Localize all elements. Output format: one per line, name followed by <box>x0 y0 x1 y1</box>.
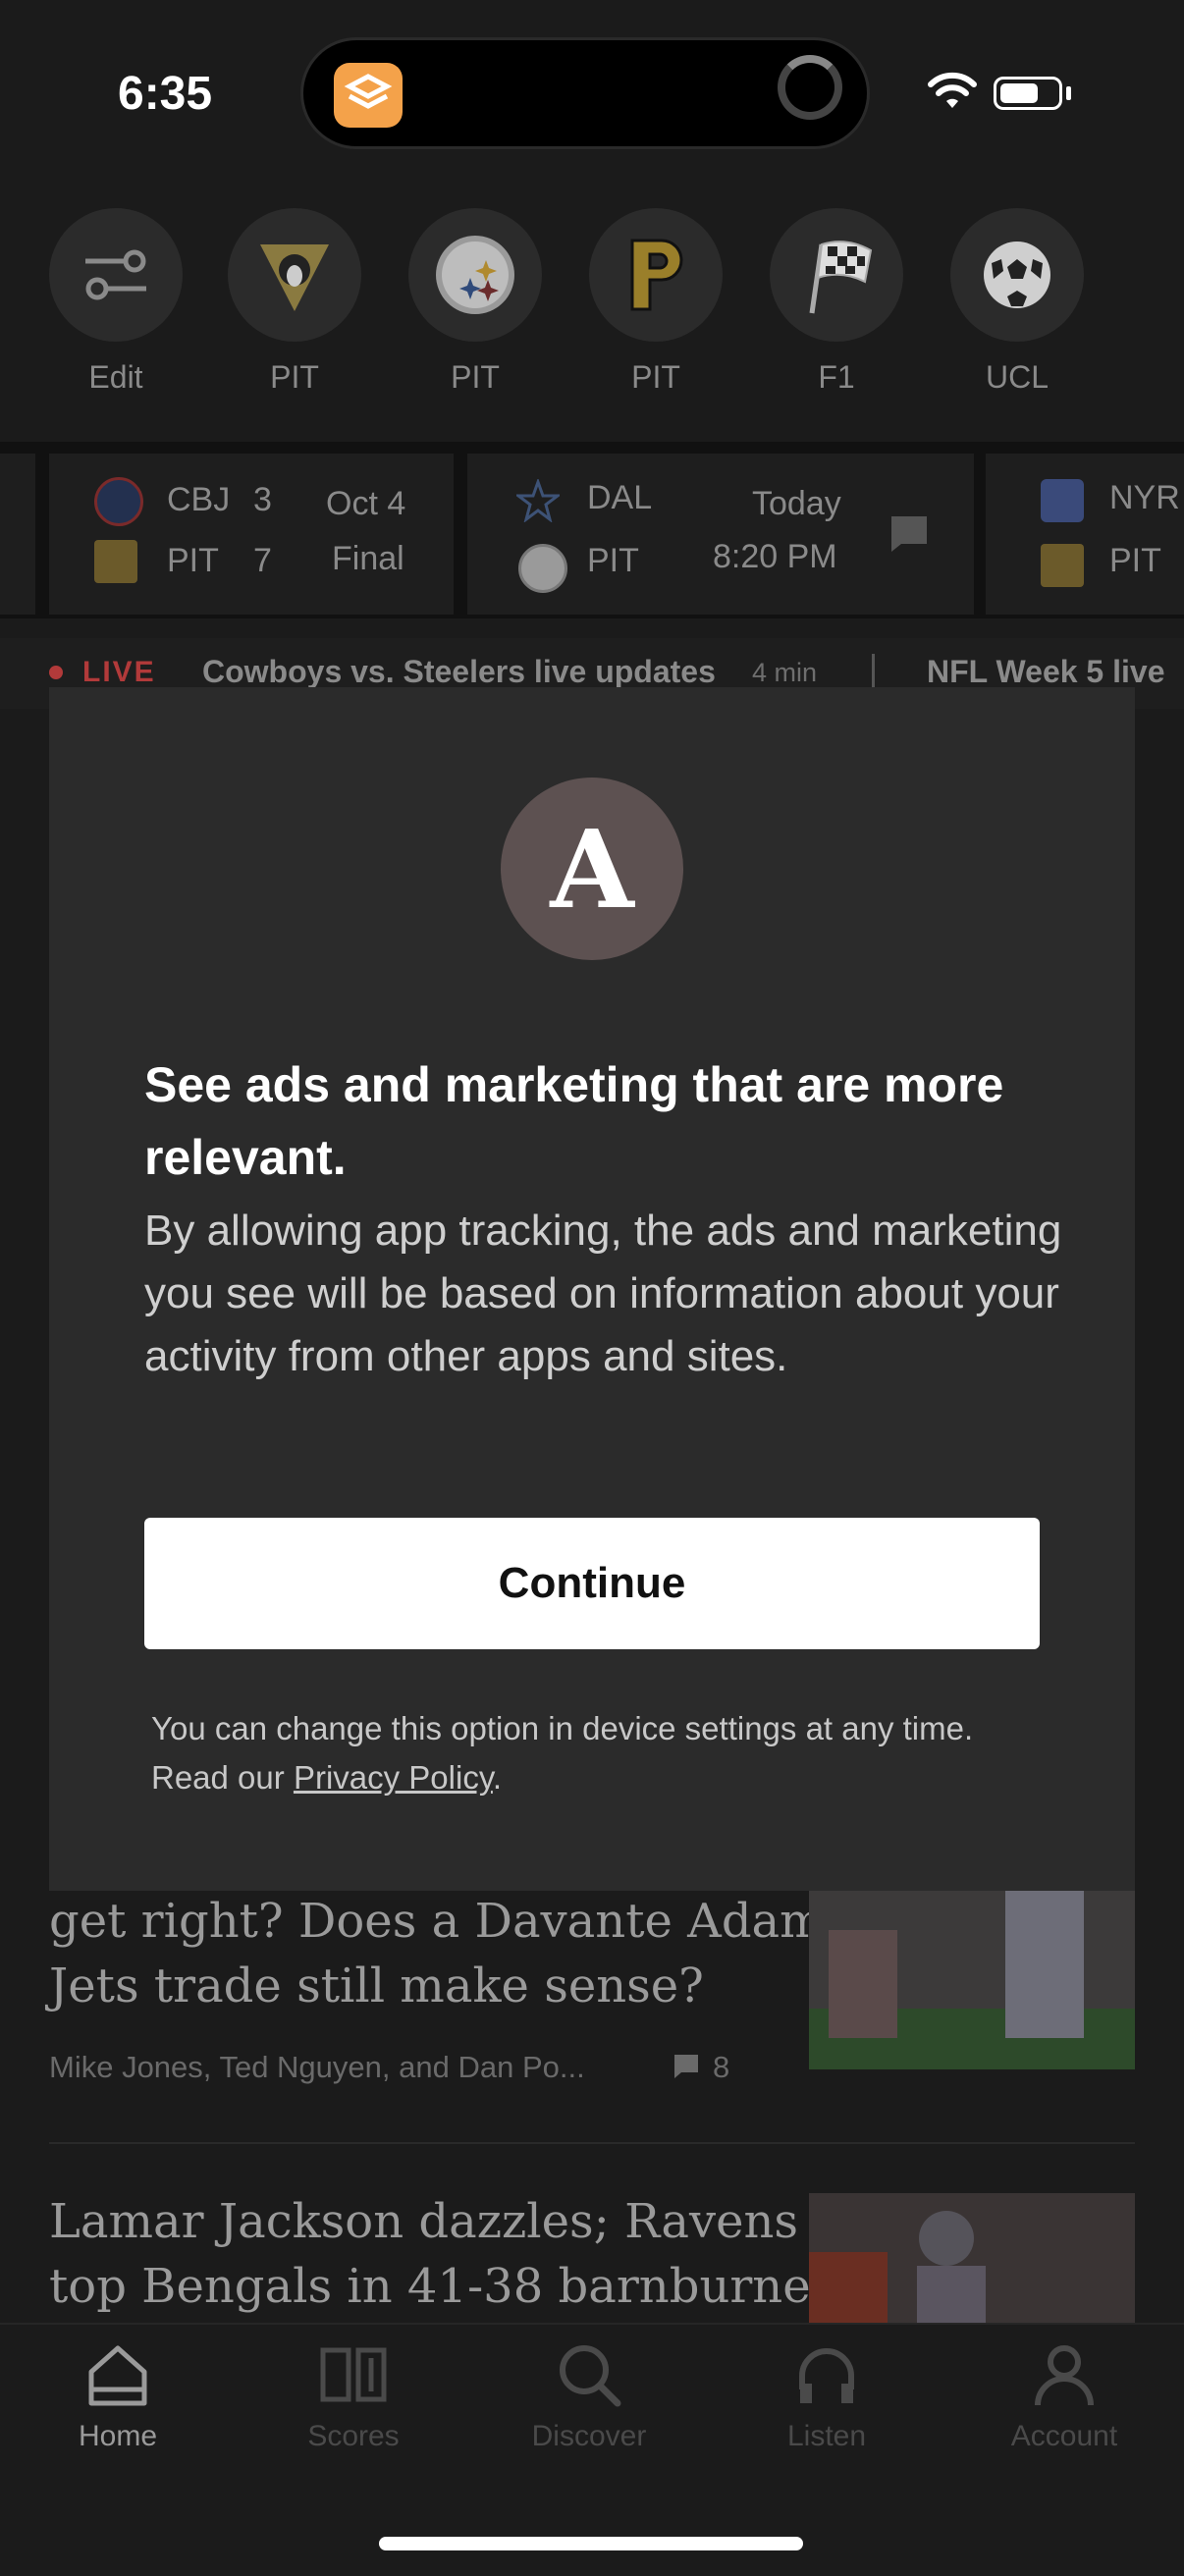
checkered-flag-icon <box>770 208 903 342</box>
battery-icon <box>994 77 1062 110</box>
tab-account[interactable]: Account <box>946 2340 1182 2453</box>
headline-line: get right? Does a Davante Adams- <box>49 1894 865 1949</box>
live-headline[interactable]: Cowboys vs. Steelers live updates <box>202 654 716 690</box>
headline-line: Jets trade still make sense? <box>49 1959 704 2013</box>
comment-count: 8 <box>713 2050 730 2084</box>
team-name: PIT <box>1109 542 1161 579</box>
magnifier-icon <box>471 2340 707 2414</box>
team-name: CBJ <box>167 481 231 518</box>
cowboys-logo-icon <box>513 477 563 523</box>
shortcut-edit[interactable]: Edit <box>49 208 183 396</box>
privacy-policy-link[interactable]: Privacy Policy <box>294 1759 493 1796</box>
athletic-logo-icon: A <box>501 778 683 960</box>
person-icon <box>946 2340 1182 2414</box>
game-status: 8:20 PM <box>713 538 837 575</box>
shortcut-steelers[interactable]: PIT <box>408 208 542 396</box>
score-card[interactable]: DAL PIT Today 8:20 PM <box>467 454 974 615</box>
home-icon <box>0 2340 236 2414</box>
shortcut-ucl[interactable]: UCL <box>950 208 1084 396</box>
tab-discover[interactable]: Discover <box>471 2340 707 2453</box>
logo-letter: A <box>550 805 634 933</box>
activity-spinner-icon <box>778 55 842 120</box>
sliders-icon <box>49 208 183 342</box>
tab-label: Listen <box>786 2420 867 2452</box>
modal-title: See ads and marketing that are more rele… <box>144 1057 1004 1185</box>
penguins-logo-icon <box>228 208 361 342</box>
team-name: DAL <box>587 479 653 516</box>
score-card-partial[interactable] <box>0 454 35 615</box>
shortcut-pirates[interactable]: PIT <box>589 208 723 396</box>
comment-icon <box>673 2054 699 2084</box>
soccer-ball-icon <box>950 208 1084 342</box>
footnote-line: You can change this option in device set… <box>151 1710 974 1746</box>
tab-listen[interactable]: Listen <box>709 2340 944 2453</box>
tab-label: Discover <box>531 2420 647 2452</box>
continue-button[interactable]: Continue <box>144 1518 1040 1649</box>
team-score: 7 <box>253 542 272 579</box>
penguins-logo-icon <box>94 540 137 583</box>
home-indicator[interactable] <box>379 2537 803 2550</box>
article-byline: Mike Jones, Ted Nguyen, and Dan Po... <box>49 2050 585 2084</box>
shortcut-penguins[interactable]: PIT <box>228 208 361 396</box>
game-date: Oct 4 <box>326 485 406 522</box>
team-name: PIT <box>587 542 639 579</box>
footnote-text: Read our <box>151 1759 294 1796</box>
live-dot-icon <box>49 666 63 679</box>
team-name: NYR <box>1109 479 1180 516</box>
team-score: 3 <box>253 481 272 518</box>
steelers-logo-icon <box>518 544 567 593</box>
modal-body: By allowing app tracking, the ads and ma… <box>144 1207 1062 1380</box>
footnote-line: Read our Privacy Policy. <box>151 1753 1054 1802</box>
article-image[interactable] <box>809 2193 1135 2331</box>
article-image[interactable] <box>809 1891 1135 2069</box>
scores-icon <box>236 2340 471 2414</box>
wifi-icon <box>927 71 978 115</box>
shortcut-f1[interactable]: F1 <box>770 208 903 396</box>
shortcut-label: F1 <box>818 359 855 395</box>
game-status: Final <box>332 540 404 577</box>
pirates-logo-icon <box>589 208 723 342</box>
live-label: LIVE <box>82 656 156 688</box>
shortcut-label: UCL <box>985 359 1049 395</box>
headline-line: top Bengals in 41-38 barnburner <box>49 2259 834 2314</box>
article-divider <box>49 2142 1135 2144</box>
footnote-text: . <box>492 1759 503 1796</box>
steelers-logo-icon <box>408 208 542 342</box>
ticker-divider <box>872 654 875 689</box>
shortcut-label: PIT <box>631 359 680 395</box>
score-card[interactable]: CBJ 3 PIT 7 Oct 4 Final <box>49 454 454 615</box>
penguins-logo-icon <box>1041 544 1084 587</box>
live-headline[interactable]: NFL Week 5 live <box>927 654 1164 690</box>
tab-label: Home <box>78 2420 158 2452</box>
blue-jackets-logo-icon <box>94 477 143 526</box>
team-name: PIT <box>167 542 219 579</box>
headline-line: Lamar Jackson dazzles; Ravens <box>49 2194 799 2249</box>
shortcut-label: PIT <box>451 359 500 395</box>
tab-scores[interactable]: Scores <box>236 2340 471 2453</box>
battery-tip <box>1066 86 1071 100</box>
article-headline[interactable]: Lamar Jackson dazzles; Ravens top Bengal… <box>49 2189 834 2319</box>
shortcut-label: Edit <box>88 359 143 395</box>
tab-home[interactable]: Home <box>0 2340 236 2453</box>
tab-label: Account <box>1010 2420 1118 2452</box>
shortcut-label: PIT <box>270 359 319 395</box>
shortcuts-app-icon <box>334 63 403 128</box>
game-date: Today <box>752 485 841 522</box>
status-time: 6:35 <box>118 68 213 120</box>
tab-label: Scores <box>307 2420 400 2452</box>
rangers-logo-icon <box>1041 479 1084 522</box>
score-card-partial[interactable]: NYR PIT <box>986 454 1184 615</box>
modal-footnote: You can change this option in device set… <box>151 1704 1054 1802</box>
live-timestamp: 4 min <box>752 658 818 687</box>
headphones-icon <box>709 2340 944 2414</box>
article-headline[interactable]: get right? Does a Davante Adams- Jets tr… <box>49 1889 865 2018</box>
chat-bubble-icon[interactable] <box>889 514 929 559</box>
